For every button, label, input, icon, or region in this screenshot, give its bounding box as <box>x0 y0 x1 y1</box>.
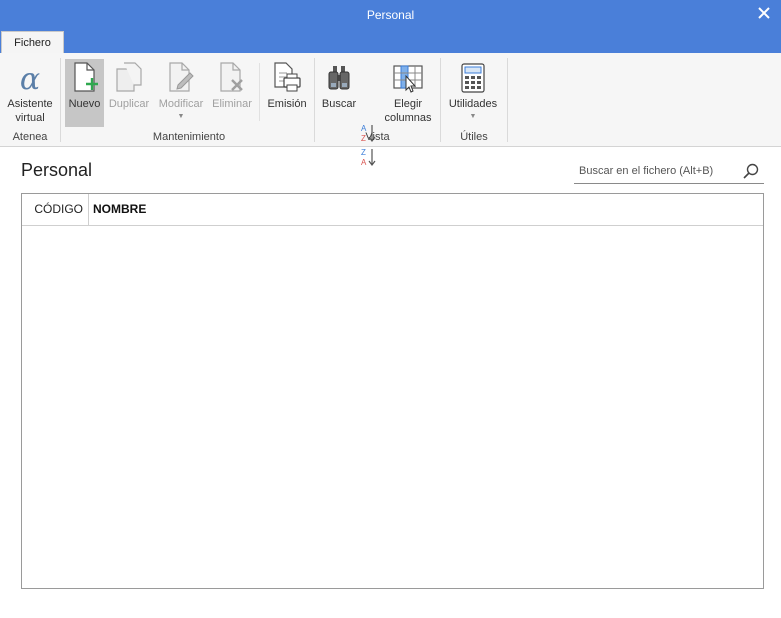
utilidades-label: Utilidades <box>448 98 498 110</box>
ribbon-separator <box>60 58 61 142</box>
buscar-button[interactable]: Buscar <box>318 59 360 127</box>
search-input[interactable] <box>579 160 734 182</box>
group-label-utiles: Útiles <box>460 131 488 143</box>
emision-label: Emisión <box>267 98 307 110</box>
ribbon: α Asistente virtual Atenea Nuevo Duplica… <box>0 53 781 167</box>
column-header-nombre[interactable]: NOMBRE <box>93 194 146 225</box>
close-button[interactable] <box>747 0 781 26</box>
search-box <box>574 160 764 184</box>
column-header-codigo[interactable]: CÓDIGO <box>22 194 89 225</box>
calculator-icon <box>461 63 485 93</box>
svg-text:α: α <box>20 63 40 93</box>
grid-header: CÓDIGO NOMBRE <box>22 194 763 226</box>
duplicar-button[interactable]: Duplicar <box>106 59 152 127</box>
ribbon-separator <box>259 63 260 121</box>
ribbon-tab-strip: Fichero <box>0 30 781 54</box>
title-bar: Personal <box>0 0 781 30</box>
sort-za-icon: Z A <box>361 148 376 167</box>
emision-button[interactable]: Emisión <box>264 59 310 127</box>
elegir-columnas-button[interactable]: Elegir columnas <box>382 59 434 127</box>
choose-columns-icon <box>393 65 423 93</box>
elegir-label-2: columnas <box>384 112 432 124</box>
close-icon <box>758 7 770 19</box>
nuevo-button[interactable]: Nuevo <box>65 59 104 127</box>
buscar-label: Buscar <box>321 98 357 110</box>
duplicate-icon <box>116 62 142 92</box>
group-label-mantenimiento: Mantenimiento <box>152 131 226 143</box>
ribbon-separator <box>507 58 508 142</box>
utilidades-dropdown-icon: ▼ <box>469 113 477 120</box>
alpha-icon: α <box>20 63 40 93</box>
binoculars-icon <box>328 66 350 90</box>
eliminar-button[interactable]: Eliminar <box>209 59 255 127</box>
edit-document-icon <box>169 62 194 92</box>
modificar-button[interactable]: Modificar ▼ <box>154 59 208 127</box>
ribbon-separator <box>440 58 441 142</box>
nuevo-label: Nuevo <box>68 98 101 110</box>
eliminar-label: Eliminar <box>212 98 252 110</box>
modificar-dropdown-icon: ▼ <box>177 113 185 120</box>
search-icon[interactable] <box>742 162 760 180</box>
svg-text:Z: Z <box>361 148 366 157</box>
data-grid[interactable]: CÓDIGO NOMBRE <box>21 193 764 589</box>
utilidades-button[interactable]: Utilidades ▼ <box>445 59 501 127</box>
group-label-atenea: Atenea <box>12 131 48 143</box>
elegir-label-1: Elegir <box>393 98 423 110</box>
modificar-label: Modificar <box>158 98 204 110</box>
asistente-label-2: virtual <box>15 112 45 124</box>
delete-document-icon <box>220 62 243 92</box>
page-title: Personal <box>21 160 93 180</box>
group-label-vista: Vista <box>365 131 390 143</box>
duplicar-label: Duplicar <box>108 98 150 110</box>
print-icon <box>274 62 301 92</box>
tab-fichero[interactable]: Fichero <box>1 31 64 54</box>
window-title: Personal <box>366 8 415 22</box>
asistente-label-1: Asistente <box>7 98 53 110</box>
svg-text:A: A <box>361 158 367 167</box>
asistente-virtual-button[interactable]: α Asistente virtual <box>4 59 56 127</box>
new-document-icon <box>73 62 98 92</box>
ribbon-separator <box>314 58 315 142</box>
sort-descending-button[interactable]: Z A <box>360 147 378 170</box>
